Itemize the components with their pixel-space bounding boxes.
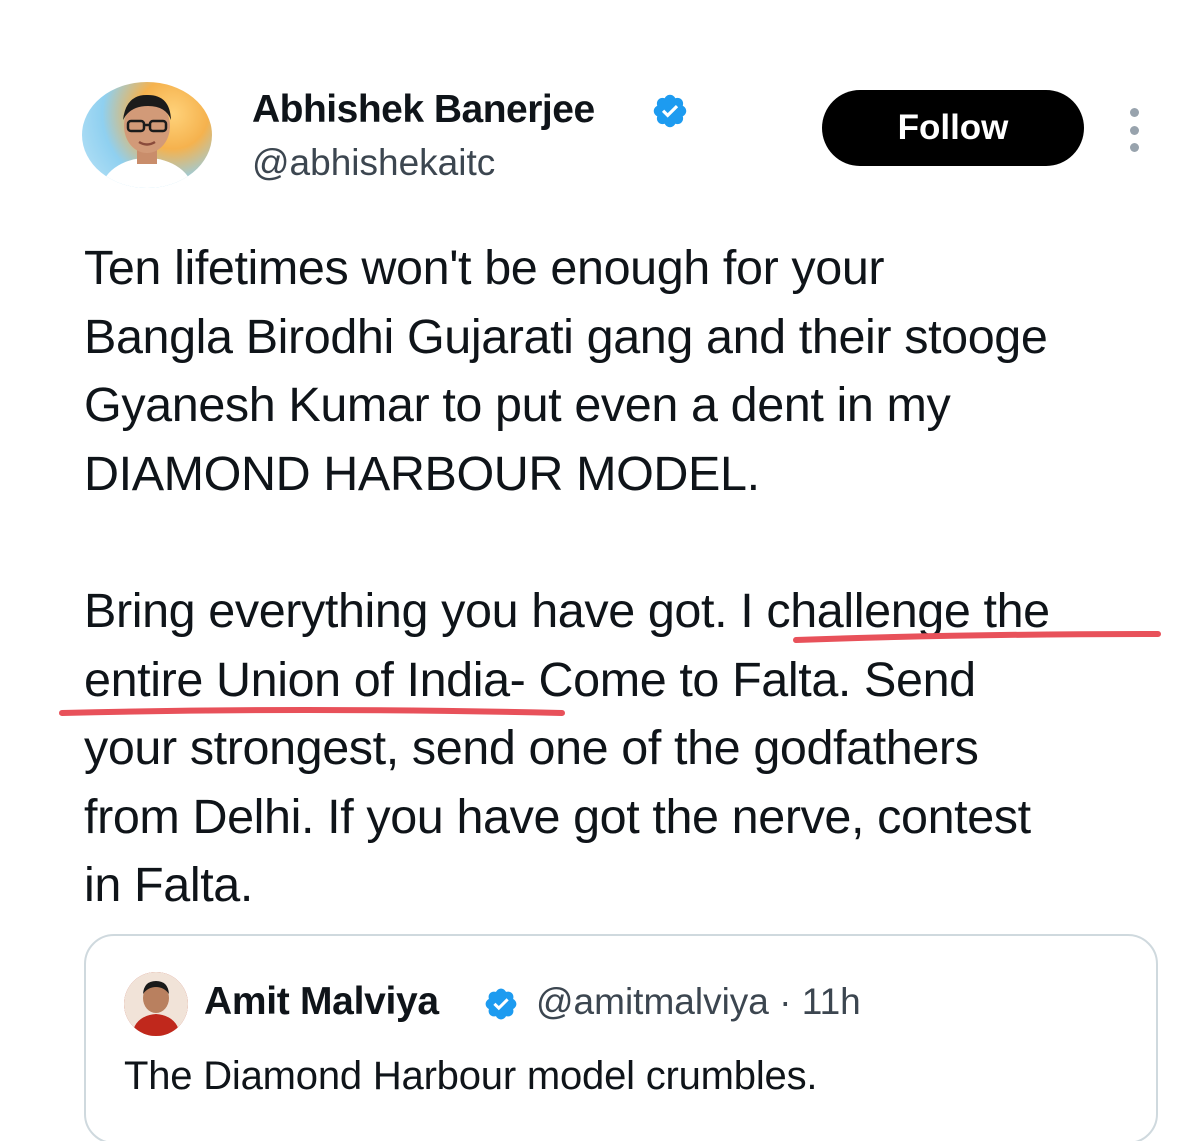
- tweet-text-paragraph-1: Ten lifetimes won't be enough for your B…: [84, 234, 1048, 508]
- author-avatar[interactable]: [82, 82, 212, 188]
- tweet-text-line: DIAMOND HARBOUR MODEL.: [84, 446, 760, 501]
- profile-photo-icon: [101, 94, 193, 188]
- author-name[interactable]: Abhishek Banerjee: [252, 88, 595, 132]
- tweet-text-line: your strongest, send one of the godfathe…: [84, 721, 979, 775]
- tweet-text-line: Bangla Birodhi Gujarati gang and their s…: [84, 309, 1048, 364]
- tweet-text-line: Ten lifetimes won't be enough for your: [84, 241, 885, 295]
- more-dot: [1129, 143, 1139, 152]
- tweet-text-line: entire Union of India- Come to Falta. Se…: [84, 652, 976, 707]
- tweet-text-line: in Falta.: [84, 858, 253, 912]
- tweet-text-line: from Delhi. If you have got the nerve, c…: [84, 789, 1031, 844]
- tweet-text-line: Gyanesh Kumar to put even a dent in my: [84, 378, 951, 432]
- profile-photo-icon: [124, 972, 188, 1036]
- quoted-author-avatar[interactable]: [124, 972, 188, 1036]
- tweet-text-line: Bring everything you have got. I challen…: [84, 584, 1050, 638]
- verified-badge-icon: [485, 988, 517, 1020]
- quoted-author-name[interactable]: Amit Malviya: [204, 980, 439, 1024]
- more-options-icon[interactable]: [1124, 108, 1144, 152]
- quoted-tweet-text: The Diamond Harbour model crumbles.: [124, 1054, 818, 1098]
- verified-badge-icon: [653, 94, 687, 128]
- quoted-handle-time[interactable]: @amitmalviya · 11h: [536, 981, 861, 1023]
- tweet: Abhishek Banerjee @abhishekaitc Follow T…: [0, 0, 1200, 1141]
- more-dot: [1129, 108, 1139, 117]
- quoted-tweet-card[interactable]: Amit Malviya @amitmalviya · 11h The Diam…: [84, 934, 1158, 1141]
- author-handle[interactable]: @abhishekaitc: [252, 142, 495, 184]
- follow-button[interactable]: Follow: [822, 90, 1084, 166]
- tweet-text-paragraph-2: Bring everything you have got. I challen…: [84, 577, 1050, 920]
- more-dot: [1129, 125, 1139, 135]
